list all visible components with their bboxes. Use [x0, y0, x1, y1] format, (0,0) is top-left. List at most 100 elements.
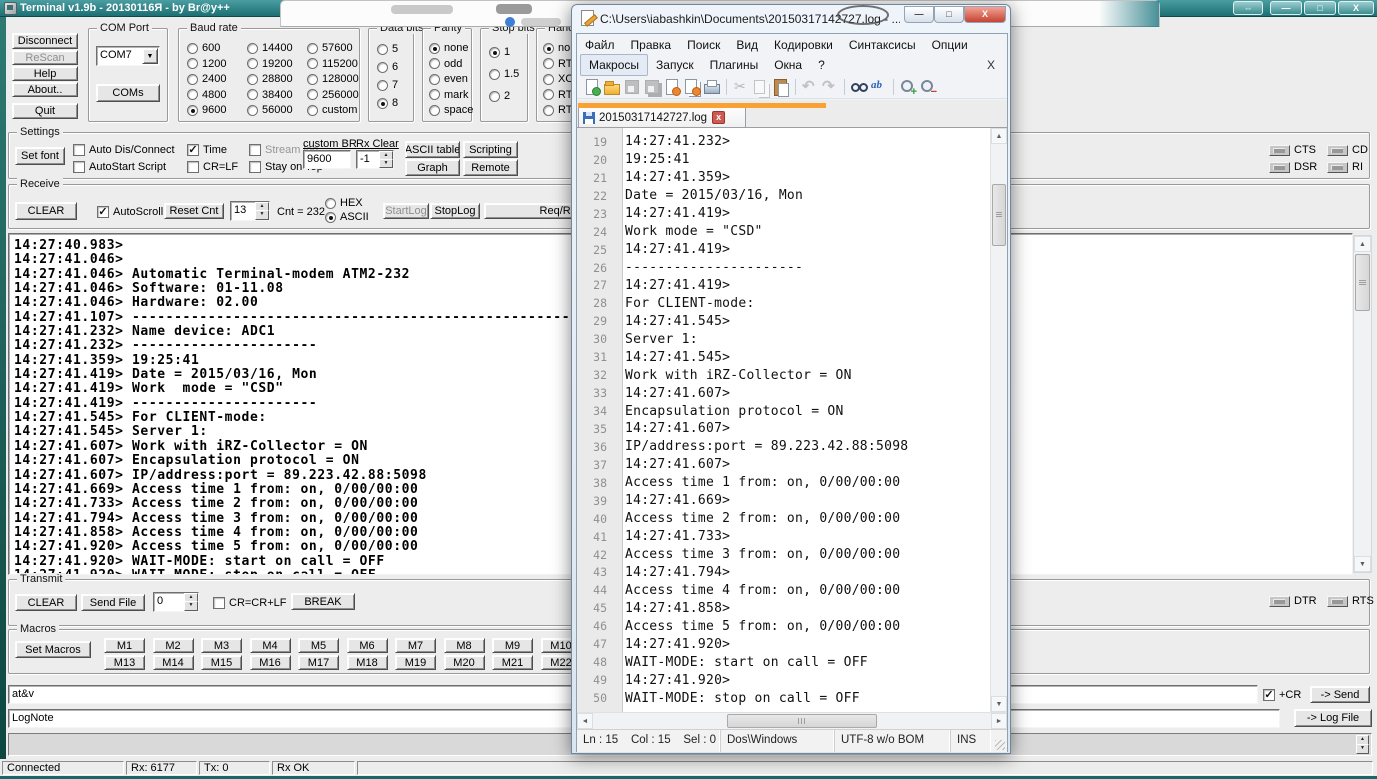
hex-radio[interactable]: HEX [325, 196, 363, 210]
npp-minimize-button[interactable]: — [904, 6, 934, 23]
autoscroll-checkbox[interactable]: ✓AutoScroll [97, 205, 163, 219]
radio-56000[interactable]: 56000 [247, 103, 293, 117]
radio-mark[interactable]: mark [429, 88, 468, 102]
copy-icon[interactable] [752, 78, 770, 96]
graph-button[interactable]: Graph [405, 159, 460, 176]
new-file-icon[interactable] [583, 78, 601, 96]
macro-button-m20[interactable]: M20 [444, 655, 485, 670]
save-icon[interactable] [623, 78, 641, 96]
radio-8[interactable]: 8 [377, 96, 398, 110]
log-file-button[interactable]: -> Log File [1294, 709, 1372, 727]
macro-button-m13[interactable]: M13 [104, 655, 145, 670]
scroll-right-icon[interactable]: ► [991, 713, 1007, 729]
radio-128000[interactable]: 128000 [307, 72, 359, 86]
resize-grip[interactable] [995, 740, 1005, 750]
cut-icon[interactable] [732, 78, 750, 96]
radio-256000[interactable]: 256000 [307, 88, 359, 102]
radio-even[interactable]: even [429, 72, 468, 86]
break-button[interactable]: BREAK [291, 593, 355, 610]
macro-button-m14[interactable]: M14 [153, 655, 194, 670]
spin-down-icon[interactable]: ▼ [379, 159, 393, 169]
macro-button-m6[interactable]: M6 [347, 638, 388, 653]
ascii-radio[interactable]: ASCII [325, 210, 369, 224]
replace-icon[interactable] [870, 78, 888, 96]
terminal-resize-button[interactable]: ⇔ [1233, 1, 1263, 15]
terminal-maximize-button[interactable]: □ [1304, 1, 1336, 15]
scroll-up-icon[interactable]: ▲ [991, 128, 1007, 144]
radio-5[interactable]: 5 [377, 42, 398, 56]
macro-button-m18[interactable]: M18 [347, 655, 388, 670]
radio-7[interactable]: 7 [377, 78, 398, 92]
redo-icon[interactable] [821, 78, 839, 96]
undo-icon[interactable] [801, 78, 819, 96]
zoom-in-icon[interactable] [899, 78, 917, 96]
macro-button-m1[interactable]: M1 [104, 638, 145, 653]
radio-6[interactable]: 6 [377, 60, 398, 74]
macro-button-m19[interactable]: M19 [395, 655, 436, 670]
rx-clear-spinner[interactable]: -1 ▲ ▼ [356, 150, 394, 169]
menu-item-2[interactable]: Запуск [648, 55, 702, 75]
macro-button-m7[interactable]: M7 [395, 638, 436, 653]
terminal-close-button[interactable]: X [1338, 1, 1374, 15]
radio-28800[interactable]: 28800 [247, 72, 293, 86]
cr-lf-checkbox[interactable]: CR=LF [187, 160, 238, 174]
radio-115200[interactable]: 115200 [307, 57, 358, 71]
radio-1[interactable]: 1 [489, 45, 510, 59]
send-file-button[interactable]: Send File [81, 594, 145, 611]
editor-vscrollbar[interactable]: ▲ ▼ [990, 128, 1007, 712]
spin-down-icon[interactable]: ▼ [255, 210, 269, 220]
quit-button[interactable]: Quit [12, 103, 78, 119]
close-doc-icon[interactable] [663, 78, 681, 96]
radio-600[interactable]: 600 [187, 41, 220, 55]
npp-close-button[interactable]: X [964, 6, 1006, 23]
menu-item-7[interactable]: Опции [924, 35, 976, 55]
radio-space[interactable]: space [429, 103, 473, 117]
rescan-button[interactable]: ReScan [12, 50, 78, 65]
macro-button-m5[interactable]: M5 [298, 638, 339, 653]
menu-item-3[interactable]: Поиск [679, 35, 728, 55]
scrollbar-thumb[interactable] [992, 184, 1006, 246]
set-macros-button[interactable]: Set Macros [15, 641, 91, 658]
time-checkbox[interactable]: ✓Time [187, 143, 227, 157]
radio-odd[interactable]: odd [429, 57, 462, 71]
macro-button-m3[interactable]: M3 [201, 638, 242, 653]
count-spinner[interactable]: 13 ▲ ▼ [230, 201, 270, 221]
scroll-down-icon[interactable]: ▼ [1354, 556, 1371, 572]
set-font-button[interactable]: Set font [15, 147, 65, 165]
radio-57600[interactable]: 57600 [307, 41, 353, 55]
receive-scrollbar[interactable]: ▲ ▼ [1353, 235, 1372, 573]
menu-close-icon[interactable]: X [987, 58, 995, 72]
radio-custom[interactable]: custom [307, 103, 357, 117]
macro-button-m15[interactable]: M15 [201, 655, 242, 670]
custom-br-input[interactable]: 9600 [303, 150, 351, 169]
menu-item-1[interactable]: Макросы [580, 54, 648, 76]
radio-4800[interactable]: 4800 [187, 88, 226, 102]
macro-button-m17[interactable]: M17 [298, 655, 339, 670]
scrollbar-thumb[interactable] [1355, 254, 1370, 311]
spin-down-icon[interactable]: ▼ [184, 601, 198, 611]
transmit-clear-button[interactable]: CLEAR [15, 594, 77, 611]
radio-1-5[interactable]: 1.5 [489, 67, 519, 81]
scripting-button[interactable]: Scripting [463, 141, 518, 158]
transmit-spinner[interactable]: 0 ▲ ▼ [153, 592, 199, 612]
macro-button-m9[interactable]: M9 [492, 638, 533, 653]
menu-item-5[interactable]: ? [810, 55, 833, 75]
radio-14400[interactable]: 14400 [247, 41, 293, 55]
menu-item-5[interactable]: Кодировки [766, 35, 841, 55]
spin-down-icon[interactable]: ▼ [1356, 744, 1369, 754]
tab-close-icon[interactable]: x [712, 111, 725, 124]
editor-hscrollbar[interactable]: ◄ ► [577, 712, 1007, 729]
reset-cnt-button[interactable]: Reset Cnt [164, 203, 224, 219]
help-button[interactable]: Help [12, 66, 78, 81]
terminal-minimize-button[interactable]: — [1270, 1, 1302, 15]
cr-crlf-checkbox[interactable]: CR=CR+LF [213, 596, 286, 610]
scroll-up-icon[interactable]: ▲ [1354, 236, 1371, 252]
scrollbar-thumb[interactable] [727, 714, 877, 728]
radio-9600[interactable]: 9600 [187, 103, 226, 117]
radio-19200[interactable]: 19200 [247, 57, 293, 71]
start-log-button[interactable]: StartLog [383, 203, 429, 219]
chevron-down-icon[interactable]: ▼ [142, 48, 158, 64]
menu-item-3[interactable]: Плагины [702, 55, 767, 75]
autostart-script-checkbox[interactable]: AutoStart Script [73, 160, 166, 174]
macro-button-m8[interactable]: M8 [444, 638, 485, 653]
